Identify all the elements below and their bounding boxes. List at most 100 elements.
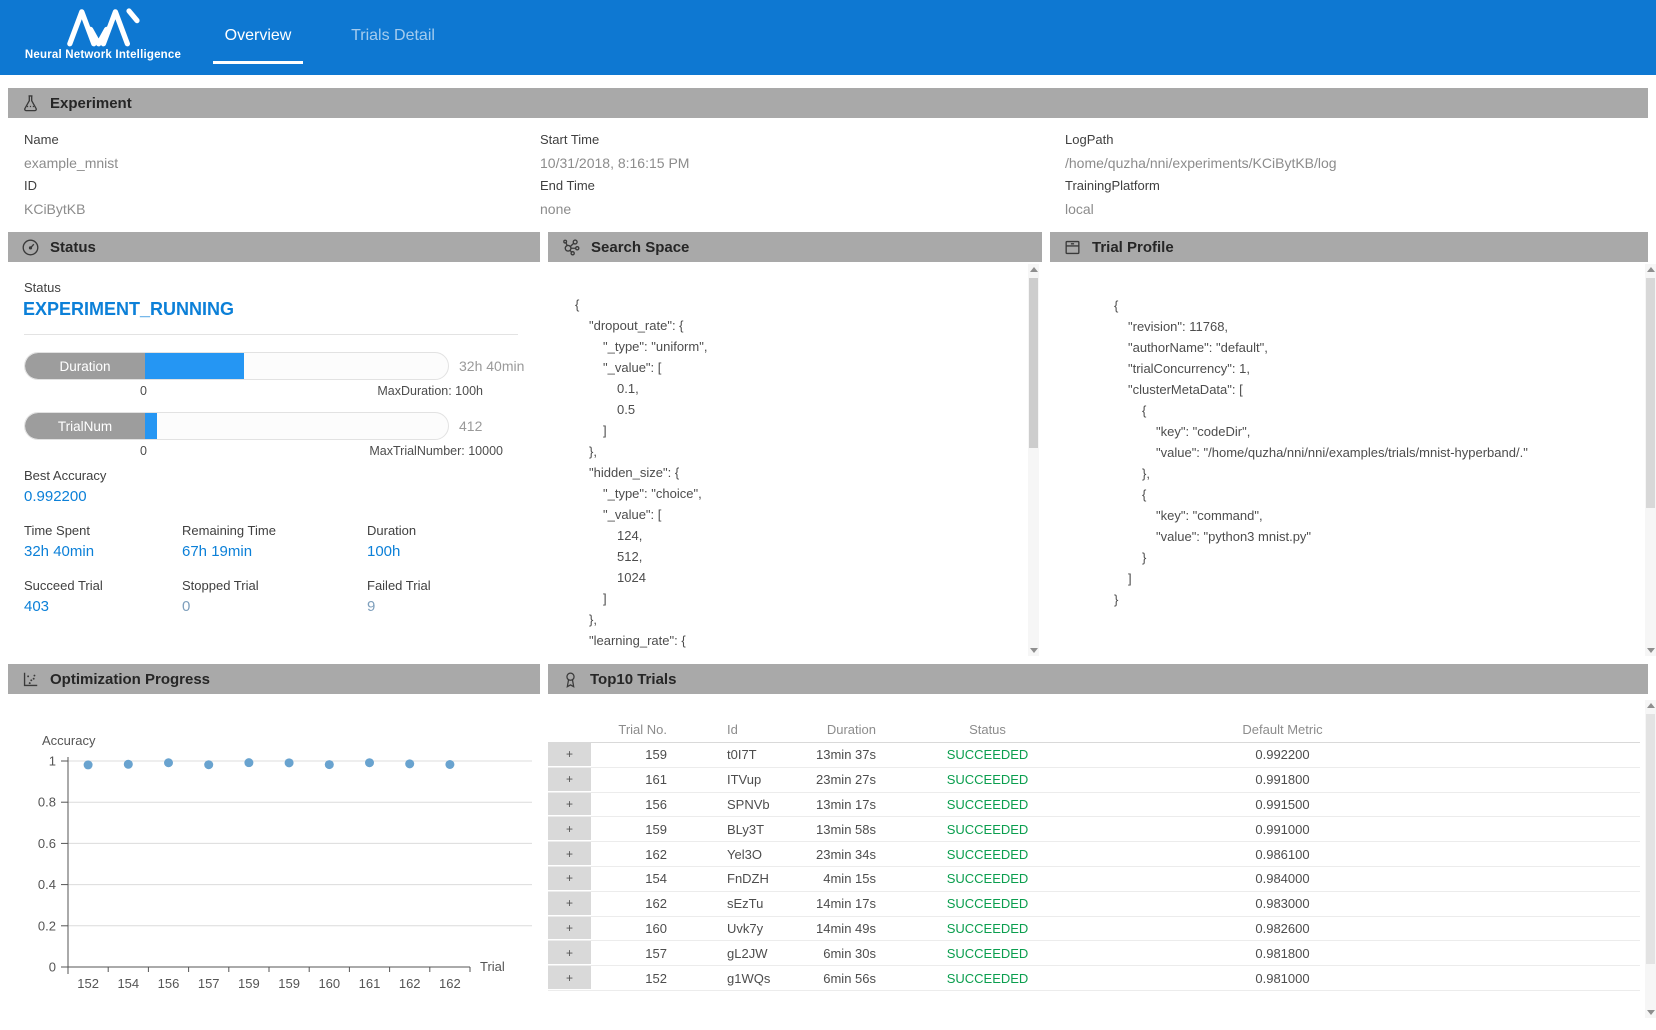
cell-duration: 14min 17s <box>800 896 890 911</box>
scrollbar-thumb[interactable] <box>1646 278 1655 508</box>
stat-failed-trial: Failed Trial 9 <box>367 578 431 615</box>
json-line: 512, <box>575 546 1026 567</box>
json-line: "clusterMetaData": [ <box>1114 379 1640 400</box>
table-row: +159t0I7T13min 37sSUCCEEDED0.992200 <box>548 743 1640 768</box>
cell-id: SPNVb <box>681 797 800 812</box>
svg-text:159: 159 <box>278 976 300 991</box>
expand-row-button[interactable]: + <box>548 793 591 817</box>
json-line: 1024 <box>575 567 1026 588</box>
cell-duration: 6min 30s <box>800 946 890 961</box>
json-line: ] <box>1114 568 1640 589</box>
cell-status: SUCCEEDED <box>890 847 1085 862</box>
duration-bar-track <box>145 353 448 379</box>
expand-row-button[interactable]: + <box>548 768 591 792</box>
expand-row-button[interactable]: + <box>548 892 591 916</box>
json-line: "key": "codeDir", <box>1114 421 1640 442</box>
scroll-down-icon[interactable] <box>1647 648 1655 653</box>
duration-bar-label: Duration <box>25 353 145 379</box>
expand-row-button[interactable]: + <box>548 966 591 990</box>
status-section-title: Status <box>50 239 96 256</box>
stat-label: Failed Trial <box>367 578 431 593</box>
expand-row-button[interactable]: + <box>548 743 591 767</box>
tab-trials-detail-label: Trials Detail <box>351 27 435 45</box>
json-line: "_type": "uniform", <box>575 336 1026 357</box>
cell-duration: 6min 56s <box>800 971 890 986</box>
expand-row-button[interactable]: + <box>548 817 591 841</box>
table-row: +162Yel3O23min 34sSUCCEEDED0.986100 <box>548 842 1640 867</box>
svg-text:0.4: 0.4 <box>38 877 56 892</box>
archive-box-icon <box>1063 238 1082 257</box>
col-header-status: Status <box>890 722 1085 737</box>
stat-label: Succeed Trial <box>24 578 103 593</box>
svg-text:1: 1 <box>49 754 56 769</box>
field-value-name: example_mnist <box>24 155 118 171</box>
cell-id: Uvk7y <box>681 921 800 936</box>
table-row: +159BLy3T13min 58sSUCCEEDED0.991000 <box>548 817 1640 842</box>
json-line: 124, <box>575 525 1026 546</box>
scroll-up-icon[interactable] <box>1647 267 1655 272</box>
scrollbar-thumb[interactable] <box>1646 714 1655 964</box>
json-line: { <box>1114 484 1640 505</box>
cell-id: Yel3O <box>681 847 800 862</box>
stat-label: Duration <box>367 523 416 538</box>
expand-row-button[interactable]: + <box>548 941 591 965</box>
cell-id: FnDZH <box>681 871 800 886</box>
scroll-down-icon[interactable] <box>1030 648 1038 653</box>
trial-profile-section-title: Trial Profile <box>1092 239 1174 256</box>
scroll-down-icon[interactable] <box>1647 1010 1655 1015</box>
stat-value: 100h <box>367 543 416 560</box>
experiment-section-header: Experiment <box>8 88 1648 118</box>
cell-default-metric: 0.992200 <box>1085 747 1480 762</box>
scroll-up-icon[interactable] <box>1030 267 1038 272</box>
cell-default-metric: 0.991800 <box>1085 772 1480 787</box>
search-space-json[interactable]: {"dropout_rate": {"_type": "uniform","_v… <box>548 262 1026 658</box>
json-line: "learning_rate": { <box>575 630 1026 651</box>
expand-row-button[interactable]: + <box>548 917 591 941</box>
svg-text:Accuracy: Accuracy <box>42 733 96 748</box>
nni-logo: Neural Network Intelligence <box>24 5 182 71</box>
stat-value: 403 <box>24 598 103 615</box>
json-line: }, <box>575 441 1026 462</box>
svg-text:162: 162 <box>439 976 461 991</box>
stat-value: 67h 19min <box>182 543 276 560</box>
cell-duration: 13min 17s <box>800 797 890 812</box>
scrollbar-thumb[interactable] <box>1029 278 1038 448</box>
cell-status: SUCCEEDED <box>890 896 1085 911</box>
svg-text:159: 159 <box>238 976 260 991</box>
experiment-section-title: Experiment <box>50 95 132 112</box>
cell-default-metric: 0.982600 <box>1085 921 1480 936</box>
trial-profile-scrollbar[interactable] <box>1645 264 1656 656</box>
trialnum-bar-fill <box>145 413 157 439</box>
table-row: +161ITVup23min 27sSUCCEEDED0.991800 <box>548 768 1640 793</box>
experiment-status-value: EXPERIMENT_RUNNING <box>23 299 234 320</box>
svg-text:0: 0 <box>49 960 56 975</box>
trialnum-progress-bar: TrialNum <box>24 412 449 440</box>
expand-row-button[interactable]: + <box>548 842 591 866</box>
field-value-end-time: none <box>540 201 571 217</box>
tab-trials-detail[interactable]: Trials Detail <box>338 0 448 72</box>
col-header-default-metric: Default Metric <box>1085 722 1480 737</box>
search-space-scrollbar[interactable] <box>1028 264 1039 656</box>
brand-text: Neural Network Intelligence <box>24 49 182 61</box>
medal-icon <box>561 670 580 689</box>
cell-status: SUCCEEDED <box>890 921 1085 936</box>
best-accuracy-block: Best Accuracy 0.992200 <box>24 468 106 505</box>
optimization-section-title: Optimization Progress <box>50 671 210 688</box>
cell-trial-no: 162 <box>591 896 681 911</box>
trial-profile-json[interactable]: {"revision": 11768,"authorName": "defaul… <box>1050 262 1640 658</box>
duration-bar-fill <box>145 353 244 379</box>
table-header-row: Trial No. Id Duration Status Default Met… <box>548 716 1640 743</box>
scroll-up-icon[interactable] <box>1647 703 1655 708</box>
tab-overview-label: Overview <box>225 27 292 45</box>
cell-id: ITVup <box>681 772 800 787</box>
expand-row-button[interactable]: + <box>548 867 591 891</box>
cell-default-metric: 0.981000 <box>1085 971 1480 986</box>
cell-status: SUCCEEDED <box>890 747 1085 762</box>
cell-id: BLy3T <box>681 822 800 837</box>
stat-time-spent: Time Spent 32h 40min <box>24 523 94 560</box>
cell-id: t0I7T <box>681 747 800 762</box>
json-line: "value": "python3 mnist.py" <box>1114 526 1640 547</box>
stat-value: 0 <box>182 598 259 615</box>
field-label-training-platform: TrainingPlatform <box>1065 178 1160 193</box>
top10-scrollbar[interactable] <box>1645 700 1656 1018</box>
